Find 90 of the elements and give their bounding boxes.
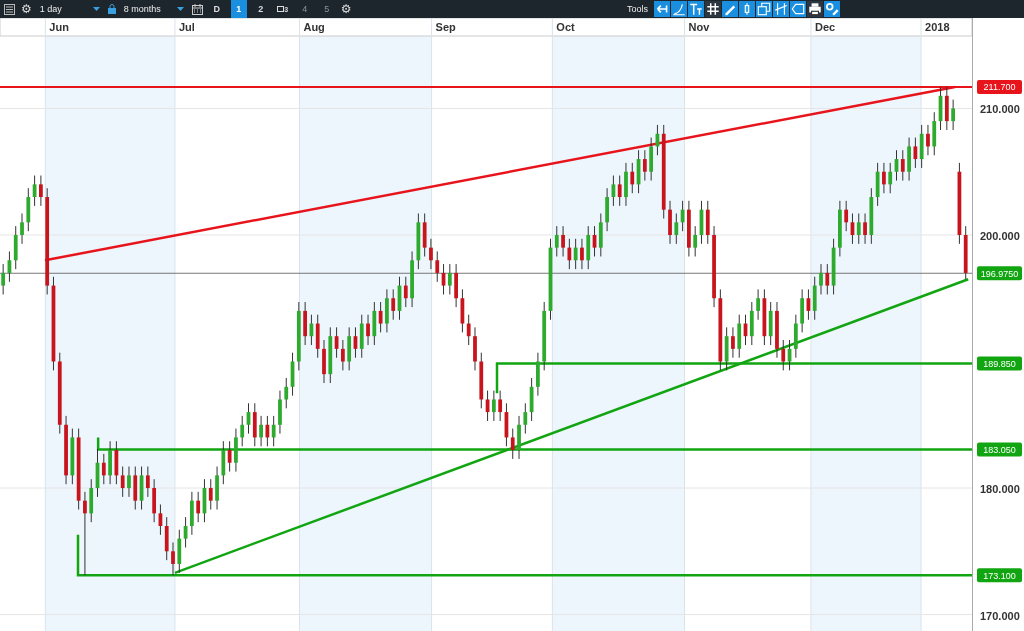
candlestick [630, 162, 635, 194]
interval-dropdown[interactable]: 1 day [37, 4, 102, 14]
settings-button[interactable]: ⚙ [340, 3, 352, 15]
candlestick [554, 225, 559, 257]
candlestick [196, 491, 201, 523]
arrow-left-icon[interactable] [654, 1, 670, 17]
candlestick [271, 415, 276, 447]
curve-icon[interactable] [671, 1, 687, 17]
month-label: Jun [49, 21, 69, 33]
caret-icon [92, 7, 100, 11]
candlestick [1, 263, 6, 295]
period-button[interactable]: 2 [252, 0, 269, 18]
candlestick [674, 212, 679, 245]
candlestick [284, 377, 289, 409]
period-button[interactable]: D [208, 0, 225, 18]
candlestick [951, 99, 956, 131]
candlestick [882, 162, 886, 194]
candlestick [208, 478, 213, 511]
candlestick [403, 276, 408, 308]
calendar-icon[interactable] [191, 3, 203, 15]
candlestick [781, 339, 786, 371]
grid-icon[interactable] [705, 1, 721, 17]
candlestick [856, 212, 861, 245]
candlestick [447, 263, 452, 295]
candle-icon[interactable] [739, 1, 755, 17]
candlestick [731, 326, 735, 359]
candlestick [391, 288, 396, 321]
candlestick [429, 238, 433, 270]
candlestick [498, 390, 503, 422]
month-label: Aug [303, 21, 325, 33]
candlestick [567, 238, 572, 270]
candlestick [863, 212, 867, 245]
price-tag-label: 211.700 [983, 82, 1016, 93]
candlestick [510, 428, 515, 460]
candlestick [819, 263, 823, 295]
price-tag-label: 189.850 [983, 358, 1016, 369]
month-label: Jul [178, 21, 195, 33]
candlestick [693, 225, 698, 257]
axis-label: 170.000 [980, 609, 1020, 622]
candlestick [580, 238, 584, 270]
range-dropdown[interactable]: 8 months [121, 4, 186, 14]
candlestick [825, 263, 830, 295]
tools-label: Tools [627, 4, 648, 14]
candlestick [435, 250, 440, 283]
candlestick [573, 238, 578, 270]
axis-label: 200.000 [980, 230, 1020, 242]
candlestick [145, 466, 150, 498]
candlestick [617, 175, 622, 207]
candlestick [900, 149, 905, 182]
candlestick [561, 225, 565, 257]
price-tag-label: 196.9750 [980, 268, 1019, 279]
candlestick [120, 466, 125, 498]
axis-label: 210.000 [980, 103, 1020, 116]
candlestick [523, 402, 528, 435]
caret-icon [176, 7, 184, 11]
candlestick [340, 339, 345, 371]
settings-button[interactable]: ⚙ [21, 3, 32, 15]
lock-icon[interactable] [107, 4, 116, 14]
candlestick [127, 466, 131, 498]
candlestick [240, 415, 245, 447]
print-icon[interactable] [807, 1, 823, 17]
price-tag-label: 173.100 [983, 570, 1016, 581]
candlestick [227, 440, 232, 473]
candlestick [83, 491, 87, 576]
candlestick [491, 390, 496, 422]
candlestick [756, 288, 760, 321]
axis-label: 180.000 [980, 483, 1020, 496]
month-label: Dec [814, 21, 836, 33]
candlestick [888, 162, 893, 194]
candlestick [39, 175, 43, 207]
month-label: Sep [435, 21, 456, 33]
price-tag-label: 183.050 [983, 444, 1016, 455]
candlestick [366, 314, 370, 346]
layers-icon[interactable] [756, 1, 772, 17]
candlestick [642, 149, 647, 182]
window-icon [277, 6, 285, 12]
candlestick [926, 124, 930, 156]
candlestick [844, 200, 849, 232]
list-icon[interactable] [4, 3, 15, 15]
candlestick [378, 301, 383, 333]
candlestick [466, 314, 471, 346]
candlestick [20, 212, 24, 245]
candlestick [259, 415, 263, 447]
candlestick [265, 415, 270, 447]
candlestick [171, 541, 175, 576]
month-label: Oct [556, 21, 575, 33]
month-label: 2018 [925, 21, 950, 33]
candlestick [913, 137, 918, 169]
candlestick [101, 453, 106, 485]
month-label: Nov [688, 21, 710, 33]
